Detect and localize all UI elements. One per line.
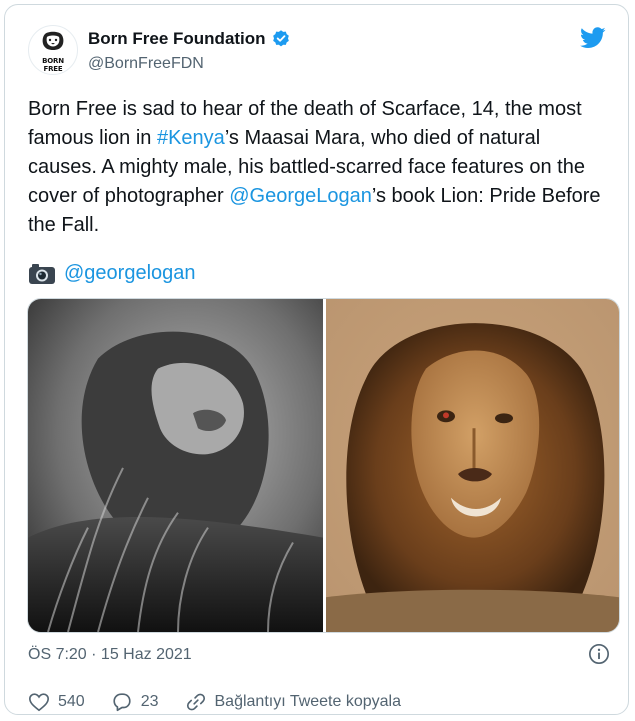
lion-bw-image xyxy=(28,299,323,632)
copy-link-button[interactable]: Bağlantıyı Tweete kopyala xyxy=(185,691,402,713)
display-name[interactable]: Born Free Foundation xyxy=(88,29,266,49)
camera-icon xyxy=(29,263,55,284)
lion-photo-color[interactable] xyxy=(326,299,619,632)
info-icon[interactable] xyxy=(588,643,610,665)
link-icon xyxy=(186,693,205,711)
like-button[interactable]: 540 xyxy=(28,691,85,713)
tweet-card: BORN FREE Born Free Foundation @BornFree… xyxy=(4,4,629,715)
lion-color-image xyxy=(326,299,619,632)
lion-photo-bw[interactable] xyxy=(28,299,323,632)
photo-credit-link[interactable]: @georgelogan xyxy=(64,262,196,285)
mention-link[interactable]: @GeorgeLogan xyxy=(229,185,372,207)
copy-link-label: Bağlantıyı Tweete kopyala xyxy=(214,693,402,710)
verified-badge-icon xyxy=(272,30,289,47)
avatar-label: BORN FREE xyxy=(42,57,64,73)
photo-credit-line: @georgelogan xyxy=(28,262,196,285)
hashtag-link[interactable]: #Kenya xyxy=(157,127,225,149)
tweet-text: Born Free is sad to hear of the death of… xyxy=(28,95,613,240)
reply-count: 23 xyxy=(140,693,159,710)
tweet-actions: 540 23 Bağlantıyı Tweete kopyala xyxy=(28,691,427,713)
handle[interactable]: @BornFreeFDN xyxy=(88,55,204,73)
tweet-media[interactable] xyxy=(27,298,620,633)
reply-button[interactable]: 23 xyxy=(111,691,159,713)
name-row: Born Free Foundation xyxy=(88,29,291,49)
like-count: 540 xyxy=(58,693,85,710)
heart-icon xyxy=(29,693,49,712)
reply-icon xyxy=(113,693,131,712)
twitter-bird-icon[interactable] xyxy=(580,27,606,49)
tweet-timestamp[interactable]: ÖS 7:20 · 15 Haz 2021 xyxy=(28,646,192,664)
avatar[interactable]: BORN FREE xyxy=(28,25,78,75)
